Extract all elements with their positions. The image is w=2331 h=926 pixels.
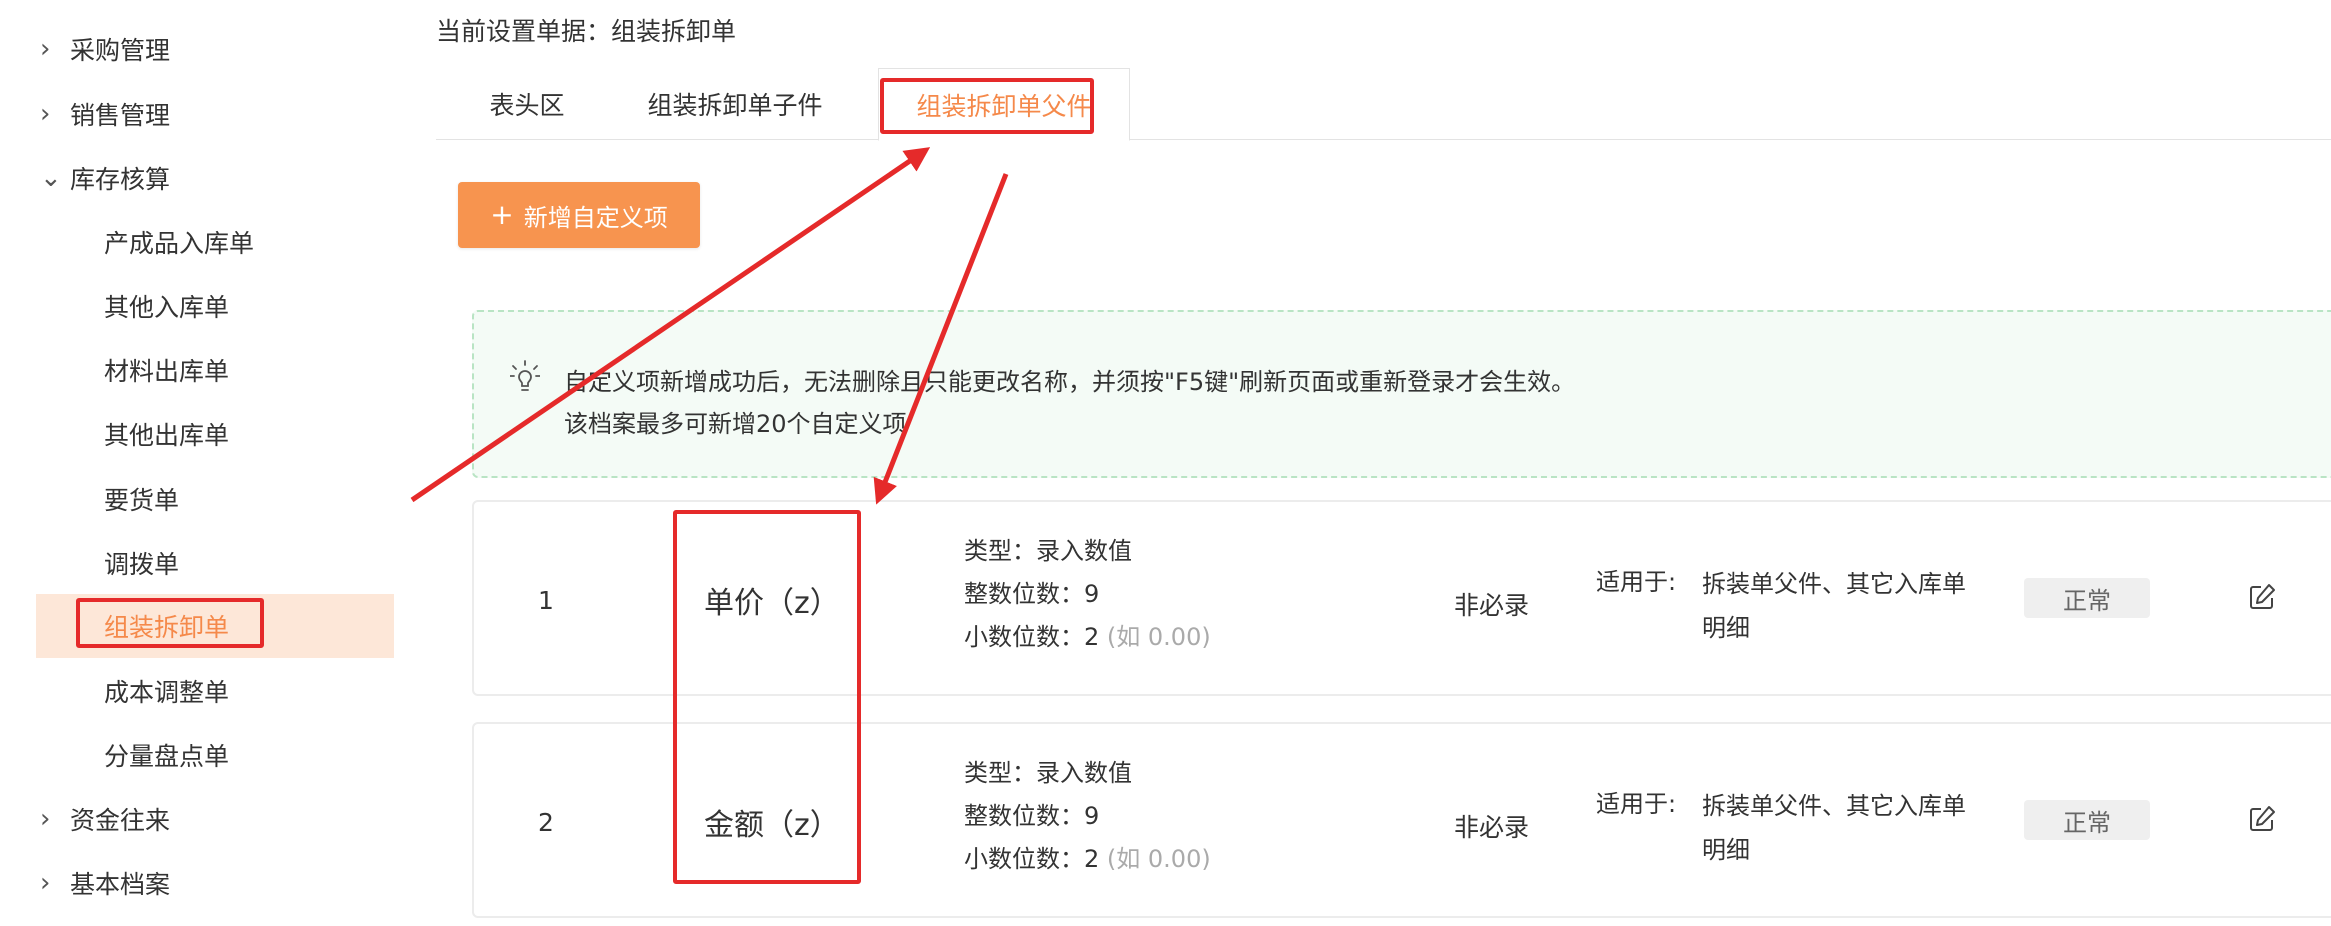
int-digits-value: 9 xyxy=(1084,802,1100,830)
sidebar-group-sales[interactable]: › 销售管理 xyxy=(40,89,170,139)
dec-digits-label: 小数位数： xyxy=(964,845,1084,873)
tab-bar: 表头区 组装拆卸单子件 组装拆卸单父件 xyxy=(436,68,2331,141)
int-digits-label: 整数位数： xyxy=(964,580,1084,608)
dec-digits-value: 2 xyxy=(1084,623,1100,651)
sidebar-item-requisition[interactable]: 要货单 xyxy=(104,474,179,524)
current-document-label: 当前设置单据：组装拆卸单 xyxy=(436,12,736,48)
sidebar-item-label: 产成品入库单 xyxy=(104,229,255,258)
dec-digits-label: 小数位数： xyxy=(964,623,1084,651)
sidebar-group-label: 库存核算 xyxy=(70,165,171,194)
sidebar-group-inventory[interactable]: ⌄ 库存核算 xyxy=(40,153,170,203)
annotation-box-names xyxy=(673,510,861,884)
chevron-right-icon: › xyxy=(40,868,51,898)
row-number: 1 xyxy=(538,586,554,615)
sidebar-item-cost-adjustment[interactable]: 成本调整单 xyxy=(104,666,229,716)
setting-label: 当前设置单据： xyxy=(436,17,612,46)
int-digits-value: 9 xyxy=(1084,580,1100,608)
sidebar-group-label: 销售管理 xyxy=(70,101,171,130)
sidebar-item-material-issue[interactable]: 材料出库单 xyxy=(104,345,229,395)
add-custom-item-button[interactable]: + 新增自定义项 xyxy=(458,182,700,248)
type-label: 类型： xyxy=(964,759,1036,787)
tab-label: 表头区 xyxy=(489,91,565,120)
sidebar-group-label: 采购管理 xyxy=(70,36,171,65)
required-flag: 非必录 xyxy=(1454,813,1530,842)
add-button-label: 新增自定义项 xyxy=(523,203,668,232)
sidebar-item-label: 材料出库单 xyxy=(104,357,230,386)
tab-assembly-child[interactable]: 组装拆卸单子件 xyxy=(632,68,838,140)
dec-digits-value: 2 xyxy=(1084,845,1100,873)
dec-digits-hint: (如 0.00) xyxy=(1106,845,1211,873)
sidebar-item-other-receipt[interactable]: 其他入库单 xyxy=(104,281,229,331)
setting-value: 组装拆卸单 xyxy=(611,17,737,46)
chevron-right-icon: › xyxy=(40,804,51,834)
sidebar-item-transfer[interactable]: 调拨单 xyxy=(104,538,179,588)
lightbulb-icon xyxy=(510,360,540,391)
sidebar-group-purchase[interactable]: › 采购管理 xyxy=(40,24,170,74)
row-number: 2 xyxy=(538,808,554,837)
sidebar-item-label: 调拨单 xyxy=(104,550,180,579)
type-value: 录入数值 xyxy=(1036,537,1132,565)
sidebar-item-label: 要货单 xyxy=(104,486,180,515)
dec-digits-hint: (如 0.00) xyxy=(1106,623,1211,651)
sidebar-group-label: 基本档案 xyxy=(70,870,171,899)
type-label: 类型： xyxy=(964,537,1036,565)
chevron-right-icon: › xyxy=(40,99,51,129)
plus-icon: + xyxy=(490,198,514,231)
status-badge: 正常 xyxy=(2024,578,2150,618)
sidebar-group-label: 资金往来 xyxy=(70,806,171,835)
tip-line-2: 该档案最多可新增20个自定义项 xyxy=(564,410,907,438)
sidebar-group-funds[interactable]: › 资金往来 xyxy=(40,794,170,844)
apply-to-value: 拆装单父件、其它入库单明细 xyxy=(1702,792,1966,864)
sidebar-item-finished-goods-receipt[interactable]: 产成品入库单 xyxy=(104,217,254,267)
custom-item-meta: 类型：录入数值 整数位数：9 小数位数：2 (如 0.00) xyxy=(964,752,1211,881)
tab-label: 组装拆卸单子件 xyxy=(647,91,823,120)
chevron-right-icon: › xyxy=(40,34,51,64)
annotation-box-tab xyxy=(880,78,1094,134)
sidebar: › 采购管理 › 销售管理 ⌄ 库存核算 产成品入库单 其他入库单 材料出库单 … xyxy=(0,0,400,926)
apply-to-value: 拆装单父件、其它入库单明细 xyxy=(1702,570,1966,642)
custom-item-meta: 类型：录入数值 整数位数：9 小数位数：2 (如 0.00) xyxy=(964,530,1211,659)
apply-to-label: 适用于: xyxy=(1596,568,1677,596)
apply-to-label: 适用于: xyxy=(1596,790,1677,818)
sidebar-item-label: 其他入库单 xyxy=(104,293,230,322)
tip-panel: 自定义项新增成功后，无法删除且只能更改名称，并须按"F5键"刷新页面或重新登录才… xyxy=(472,310,2331,478)
chevron-down-icon: ⌄ xyxy=(40,163,62,193)
sidebar-item-quantity-count[interactable]: 分量盘点单 xyxy=(104,730,229,780)
required-flag: 非必录 xyxy=(1454,591,1530,620)
sidebar-group-basic-archive[interactable]: › 基本档案 xyxy=(40,858,170,908)
edit-icon[interactable] xyxy=(2247,582,2277,612)
edit-icon[interactable] xyxy=(2247,804,2277,834)
sidebar-item-label: 分量盘点单 xyxy=(104,742,230,771)
type-value: 录入数值 xyxy=(1036,759,1132,787)
tab-header-area[interactable]: 表头区 xyxy=(472,68,582,140)
annotation-box-sidebar xyxy=(76,598,264,648)
int-digits-label: 整数位数： xyxy=(964,802,1084,830)
sidebar-item-other-issue[interactable]: 其他出库单 xyxy=(104,409,229,459)
tip-line-1: 自定义项新增成功后，无法删除且只能更改名称，并须按"F5键"刷新页面或重新登录才… xyxy=(564,368,1576,396)
status-badge: 正常 xyxy=(2024,800,2150,840)
sidebar-item-label: 其他出库单 xyxy=(104,421,230,450)
sidebar-item-label: 成本调整单 xyxy=(104,678,230,707)
